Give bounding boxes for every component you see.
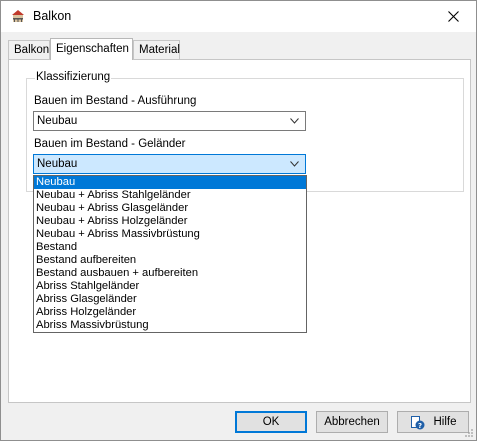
dropdown-option[interactable]: Abriss Stahlgeländer (34, 280, 306, 293)
help-book-icon: ? (411, 416, 425, 430)
tab-label: Balkon (14, 44, 50, 56)
help-button[interactable]: ? Hilfe (397, 411, 469, 433)
railing-value: Neubau (37, 158, 78, 170)
dropdown-option[interactable]: Bestand (34, 241, 306, 254)
title-bar: Balkon (1, 1, 476, 32)
dropdown-option[interactable]: Bestand ausbauen + aufbereiten (34, 267, 306, 280)
svg-text:?: ? (418, 422, 422, 430)
balcony-app-icon (12, 10, 24, 22)
ok-label: OK (262, 416, 280, 428)
help-label: Hilfe (433, 416, 457, 428)
close-icon (447, 11, 459, 22)
dialog-window: Balkon Balkon Eigenschaften Material Kla… (0, 0, 477, 441)
close-button[interactable] (430, 1, 476, 32)
cancel-label: Abbrechen (324, 416, 380, 428)
dropdown-option[interactable]: Neubau (34, 176, 306, 189)
dropdown-option[interactable]: Bestand aufbereiten (34, 254, 306, 267)
tab-eigenschaften[interactable]: Eigenschaften (50, 38, 133, 60)
cancel-button[interactable]: Abbrechen (316, 411, 388, 433)
dropdown-option[interactable]: Abriss Holzgeländer (34, 306, 306, 319)
resize-grip-icon[interactable] (464, 428, 474, 438)
execution-combobox[interactable]: Neubau (33, 111, 306, 131)
tab-label: Eigenschaften (56, 43, 129, 55)
window-title: Balkon (33, 9, 72, 23)
chevron-down-icon (290, 118, 299, 124)
dropdown-option[interactable]: Neubau + Abriss Holzgeländer (34, 215, 306, 228)
dropdown-option[interactable]: Neubau + Abriss Stahlgeländer (34, 189, 306, 202)
tab-balkon[interactable]: Balkon (8, 40, 50, 59)
tab-label: Material (139, 44, 180, 56)
dropdown-option[interactable]: Neubau + Abriss Massivbrüstung (34, 228, 306, 241)
dropdown-option[interactable]: Abriss Glasgeländer (34, 293, 306, 306)
chevron-down-icon (290, 161, 299, 167)
railing-label: Bauen im Bestand - Geländer (34, 138, 186, 150)
dropdown-option[interactable]: Abriss Massivbrüstung (34, 319, 306, 332)
execution-label: Bauen im Bestand - Ausführung (34, 95, 197, 107)
group-title: Klassifizierung (35, 71, 112, 83)
railing-dropdown-list: Neubau Neubau + Abriss Stahlgeländer Neuba… (33, 175, 307, 333)
dropdown-option[interactable]: Neubau + Abriss Glasgeländer (34, 202, 306, 215)
ok-button[interactable]: OK (235, 411, 307, 433)
execution-value: Neubau (37, 115, 78, 127)
railing-combobox[interactable]: Neubau (33, 154, 306, 174)
tab-material[interactable]: Material (133, 40, 180, 59)
